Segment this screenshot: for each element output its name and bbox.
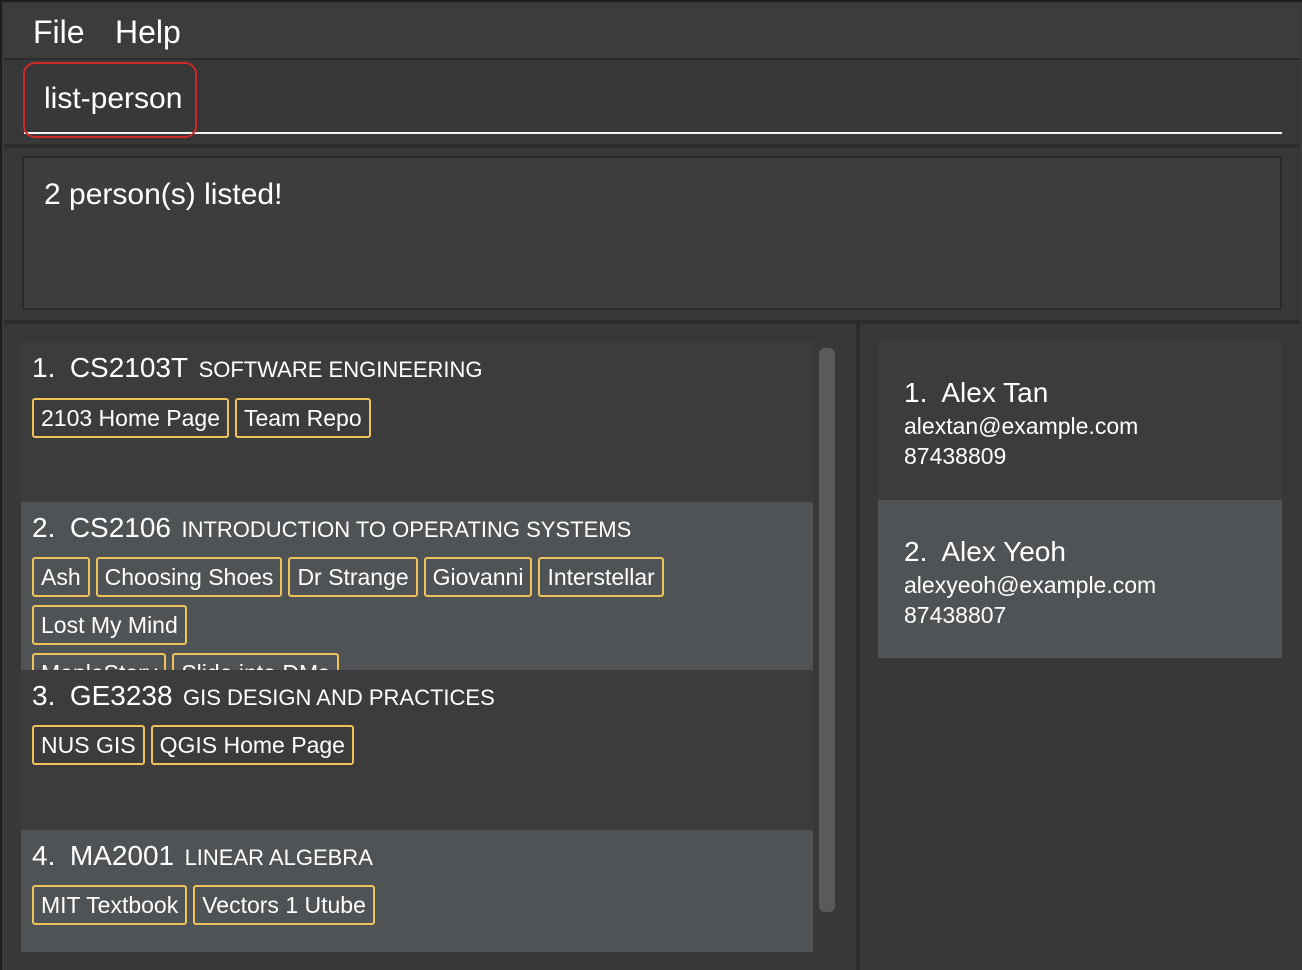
person-email: alexyeoh@example.com — [904, 572, 1157, 598]
app-window: File Help 2 person(s) listed! 1. CS2103T… — [0, 0, 1302, 970]
menu-file[interactable]: File — [33, 14, 85, 51]
module-link-tag[interactable]: Team Repo — [235, 398, 371, 438]
module-link-tag[interactable]: Lost My Mind — [32, 605, 187, 645]
module-index: 1. — [32, 352, 56, 383]
module-link-tag[interactable]: Choosing Shoes — [95, 557, 283, 597]
module-link-tag[interactable]: Interstellar — [538, 557, 664, 597]
person-index: 2. — [904, 536, 928, 567]
module-title: LINEAR ALGEBRA — [184, 845, 373, 870]
module-card[interactable]: 1. CS2103T SOFTWARE ENGINEERING 2103 Hom… — [21, 342, 813, 502]
module-link-tag[interactable]: 2103 Home Page — [32, 398, 230, 438]
module-code: CS2103T — [69, 352, 189, 383]
person-email: alextan@example.com — [904, 413, 1139, 439]
module-card[interactable]: 2. CS2106 INTRODUCTION TO OPERATING SYST… — [21, 502, 813, 693]
module-header: 2. CS2106 INTRODUCTION TO OPERATING SYST… — [32, 512, 631, 544]
module-card[interactable]: 3. GE3238 GIS DESIGN AND PRACTICES NUS G… — [21, 670, 813, 830]
module-link-tag[interactable]: Dr Strange — [288, 557, 418, 597]
person-card[interactable]: 1. Alex Tan alextan@example.com 87438809 — [878, 341, 1282, 499]
module-link-tag[interactable]: Ash — [32, 557, 90, 597]
menu-help[interactable]: Help — [115, 14, 181, 51]
result-display[interactable]: 2 person(s) listed! — [22, 156, 1282, 310]
person-name: Alex Yeoh — [941, 536, 1066, 567]
module-tags: NUS GIS QGIS Home Page — [32, 725, 812, 773]
person-list-panel: 1. Alex Tan alextan@example.com 87438809… — [860, 324, 1302, 970]
module-card[interactable]: 4. MA2001 LINEAR ALGEBRA MIT Textbook Vec… — [21, 830, 813, 952]
module-list-panel: 1. CS2103T SOFTWARE ENGINEERING 2103 Hom… — [4, 324, 856, 970]
module-code: CS2106 — [69, 512, 171, 543]
module-link-tag[interactable]: NUS GIS — [32, 725, 145, 765]
module-header: 3. GE3238 GIS DESIGN AND PRACTICES — [32, 680, 495, 712]
module-header: 4. MA2001 LINEAR ALGEBRA — [32, 840, 373, 872]
module-tags: MIT Textbook Vectors 1 Utube — [32, 885, 812, 933]
person-name-line: 2. Alex Yeoh — [904, 536, 1066, 568]
module-header: 1. CS2103T SOFTWARE ENGINEERING — [32, 352, 483, 384]
module-list[interactable]: 1. CS2103T SOFTWARE ENGINEERING 2103 Hom… — [21, 342, 813, 952]
module-code: MA2001 — [69, 840, 175, 871]
module-link-tag[interactable]: Vectors 1 Utube — [193, 885, 375, 925]
result-display-area: 2 person(s) listed! — [4, 148, 1300, 320]
module-title: SOFTWARE ENGINEERING — [198, 357, 483, 382]
module-tags: 2103 Home Page Team Repo — [32, 398, 812, 446]
menu-bar: File Help — [4, 4, 1300, 60]
person-card[interactable]: 2. Alex Yeoh alexyeoh@example.com 874388… — [878, 500, 1282, 658]
module-link-tag[interactable]: QGIS Home Page — [150, 725, 354, 765]
module-list-scrollbar[interactable] — [819, 348, 835, 912]
module-code: GE3238 — [69, 680, 173, 711]
module-link-tag[interactable]: MIT Textbook — [32, 885, 188, 925]
command-input[interactable] — [24, 66, 1282, 134]
person-phone: 87438809 — [904, 443, 1007, 469]
person-phone: 87438807 — [904, 602, 1007, 628]
module-index: 2. — [32, 512, 56, 543]
person-index: 1. — [904, 377, 928, 408]
module-index: 3. — [32, 680, 56, 711]
person-name-line: 1. Alex Tan — [904, 377, 1048, 409]
module-title: INTRODUCTION TO OPERATING SYSTEMS — [181, 517, 632, 542]
person-name: Alex Tan — [941, 377, 1049, 408]
module-title: GIS DESIGN AND PRACTICES — [183, 685, 495, 710]
result-message: 2 person(s) listed! — [44, 178, 283, 211]
command-box — [4, 62, 1300, 144]
module-index: 4. — [32, 840, 56, 871]
module-link-tag[interactable]: Giovanni — [423, 557, 533, 597]
